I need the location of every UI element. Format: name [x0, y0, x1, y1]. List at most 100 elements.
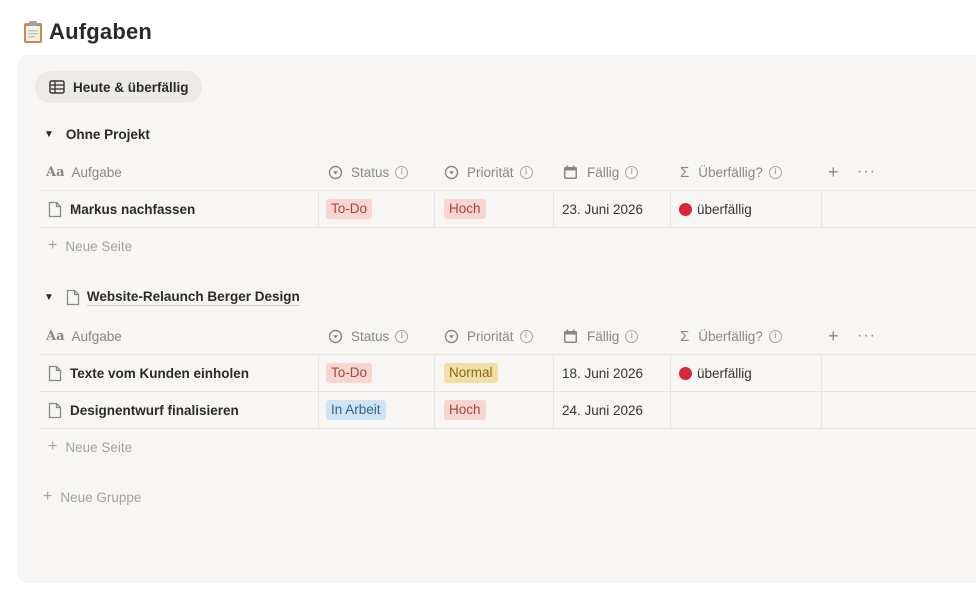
add-column-icon[interactable]: +	[828, 318, 839, 354]
overdue-dot-icon	[679, 366, 692, 380]
info-icon[interactable]: i	[519, 329, 533, 343]
caret-down-icon[interactable]: ▼	[44, 129, 54, 140]
status-badge: To-Do	[326, 363, 373, 383]
view-tab-heute-ueberfaellig[interactable]: Heute & überfällig	[35, 71, 202, 103]
column-label: Priorität	[467, 164, 514, 180]
column-label: Aufgabe	[71, 164, 122, 180]
table-row[interactable]: Markus nachfassen To-Do Hoch 23. Juni 20…	[40, 190, 976, 228]
column-header-prioritaet[interactable]: Priorität i	[444, 154, 533, 190]
info-icon[interactable]: i	[625, 329, 639, 343]
due-date: 24. Juni 2026	[562, 402, 644, 418]
cell-aufgabe[interactable]: Designentwurf finalisieren	[40, 392, 239, 428]
overdue-text: überfällig	[697, 365, 752, 381]
new-page-label: Neue Seite	[65, 439, 133, 455]
column-header-aufgabe[interactable]: Aa Aufgabe	[46, 154, 122, 190]
column-label: Status	[351, 164, 390, 180]
overdue-text: überfällig	[697, 201, 752, 217]
column-label: Überfällig?	[698, 164, 763, 180]
calendar-icon	[564, 165, 577, 179]
column-label: Fällig	[587, 328, 620, 344]
cell-ueberfaellig[interactable]: überfällig	[670, 355, 752, 391]
formula-icon: Σ	[680, 163, 690, 181]
info-icon[interactable]: i	[768, 329, 782, 343]
group-name: Ohne Projekt	[65, 126, 150, 142]
info-icon[interactable]: i	[395, 165, 409, 179]
page-title: Aufgaben	[49, 19, 153, 44]
status-icon	[328, 165, 343, 179]
page-title-row: Aufgaben	[22, 15, 152, 49]
column-header-faellig[interactable]: Fällig i	[563, 154, 639, 190]
calendar-icon	[564, 329, 577, 343]
column-header-ueberfaellig[interactable]: Σ Überfällig? i	[680, 318, 782, 354]
new-page-button[interactable]: + Neue Seite	[48, 437, 132, 457]
plus-icon: +	[43, 488, 53, 505]
table-header: Aa Aufgabe Status i Priorität i Fällig i…	[40, 318, 976, 354]
caret-down-icon[interactable]: ▼	[44, 292, 54, 303]
due-date: 23. Juni 2026	[562, 201, 644, 217]
cell-faellig[interactable]: 23. Juni 2026	[553, 191, 643, 227]
cell-status[interactable]: To-Do	[326, 191, 373, 227]
new-page-label: Neue Seite	[65, 238, 133, 254]
page-icon	[66, 289, 80, 305]
column-label: Fällig	[587, 164, 620, 180]
info-icon[interactable]: i	[519, 165, 533, 179]
new-group-button[interactable]: + Neue Gruppe	[43, 487, 141, 507]
priority-badge: Hoch	[444, 199, 486, 219]
status-badge: To-Do	[326, 199, 373, 219]
cell-status[interactable]: To-Do	[326, 355, 373, 391]
page-icon	[48, 402, 62, 418]
cell-prioritaet[interactable]: Hoch	[444, 392, 486, 428]
info-icon[interactable]: i	[625, 165, 639, 179]
page-icon	[48, 201, 62, 217]
view-tab-label: Heute & überfällig	[73, 79, 189, 95]
cell-aufgabe[interactable]: Texte vom Kunden einholen	[40, 355, 249, 391]
column-label: Priorität	[467, 328, 514, 344]
add-column-icon[interactable]: +	[828, 154, 839, 190]
cell-aufgabe[interactable]: Markus nachfassen	[40, 191, 195, 227]
table-header: Aa Aufgabe Status i Priorität i Fällig i…	[40, 154, 976, 190]
cell-status[interactable]: In Arbeit	[326, 392, 386, 428]
cell-prioritaet[interactable]: Normal	[444, 355, 498, 391]
status-icon	[328, 329, 343, 343]
info-icon[interactable]: i	[395, 329, 409, 343]
page-icon	[48, 365, 62, 381]
task-name: Texte vom Kunden einholen	[70, 365, 250, 381]
column-label: Überfällig?	[698, 328, 763, 344]
task-name: Designentwurf finalisieren	[70, 402, 239, 418]
text-type-icon: Aa	[46, 164, 65, 180]
more-options-icon[interactable]: ···	[857, 154, 876, 190]
new-group-label: Neue Gruppe	[60, 489, 142, 505]
select-icon	[444, 165, 459, 179]
group-header-ohne-projekt[interactable]: ▼ Ohne Projekt	[44, 124, 150, 144]
table-row[interactable]: Texte vom Kunden einholen To-Do Normal 1…	[40, 354, 976, 391]
plus-icon: +	[48, 237, 58, 254]
task-name: Markus nachfassen	[70, 201, 196, 217]
select-icon	[444, 329, 459, 343]
group-name[interactable]: Website-Relaunch Berger Design	[86, 289, 300, 306]
text-type-icon: Aa	[46, 328, 65, 344]
column-header-aufgabe[interactable]: Aa Aufgabe	[46, 318, 122, 354]
cell-faellig[interactable]: 18. Juni 2026	[553, 355, 643, 391]
column-header-prioritaet[interactable]: Priorität i	[444, 318, 533, 354]
column-header-faellig[interactable]: Fällig i	[563, 318, 639, 354]
formula-icon: Σ	[680, 327, 690, 345]
cell-prioritaet[interactable]: Hoch	[444, 191, 486, 227]
cell-ueberfaellig[interactable]: überfällig	[670, 191, 752, 227]
new-page-button[interactable]: + Neue Seite	[48, 236, 132, 256]
table-row[interactable]: Designentwurf finalisieren In Arbeit Hoc…	[40, 391, 976, 429]
cell-faellig[interactable]: 24. Juni 2026	[553, 392, 643, 428]
info-icon[interactable]: i	[768, 165, 782, 179]
clipboard-icon	[22, 20, 44, 44]
column-header-status[interactable]: Status i	[328, 154, 409, 190]
column-label: Aufgabe	[71, 328, 122, 344]
column-header-status[interactable]: Status i	[328, 318, 409, 354]
more-options-icon[interactable]: ···	[857, 318, 876, 354]
priority-badge: Normal	[444, 363, 498, 383]
column-header-ueberfaellig[interactable]: Σ Überfällig? i	[680, 154, 782, 190]
column-label: Status	[351, 328, 390, 344]
plus-icon: +	[48, 438, 58, 455]
group-header-website-relaunch[interactable]: ▼ Website-Relaunch Berger Design	[44, 287, 300, 307]
due-date: 18. Juni 2026	[562, 365, 644, 381]
status-badge: In Arbeit	[326, 400, 386, 420]
priority-badge: Hoch	[444, 400, 486, 420]
